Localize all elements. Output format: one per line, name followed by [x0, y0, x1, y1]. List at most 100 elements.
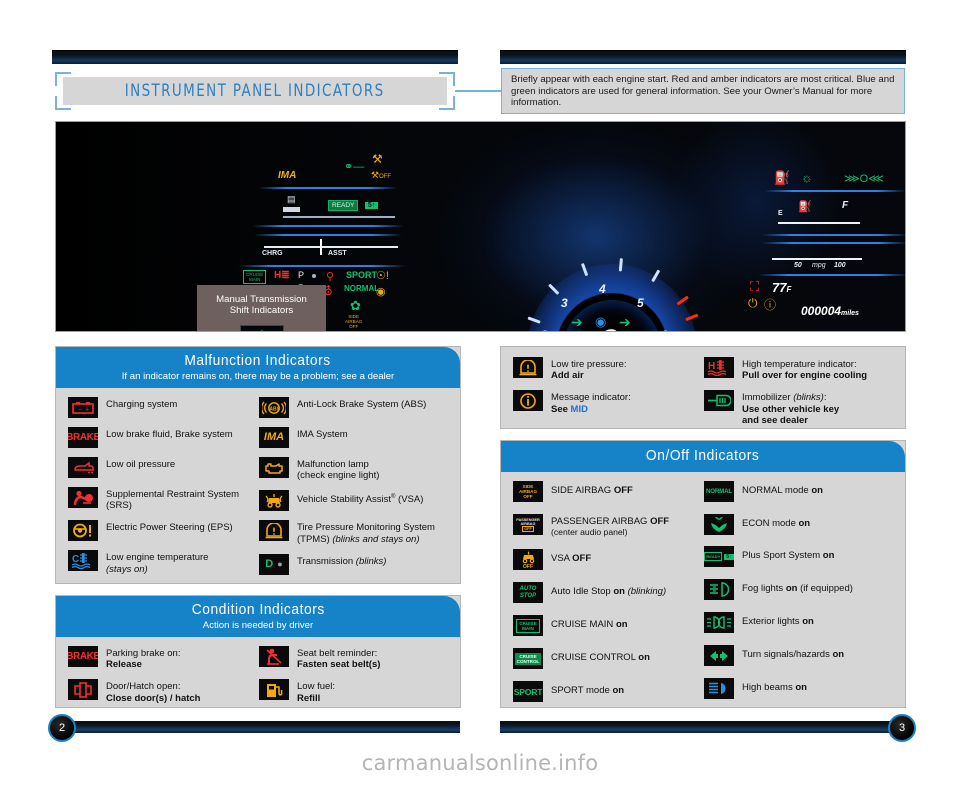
- svg-text:ABS: ABS: [269, 406, 280, 412]
- photo-background: [56, 122, 905, 331]
- check-engine-icon: [259, 457, 289, 478]
- list-item: Immobilizer (blinks): Use other vehicle k…: [704, 390, 895, 426]
- malfunction-rows: − + Charging system BRAKE Low brake fluid, …: [56, 388, 460, 584]
- onoff-panel-header: On/Off Indicators: [501, 441, 905, 472]
- photo-divider-1: [258, 187, 398, 189]
- onoff-rows: SIDE AIRBAG OFF SIDE AIRBAG OFF PASSENGER AI…: [501, 472, 905, 711]
- condition-panel-subtitle: Action is needed by driver: [202, 620, 314, 631]
- list-item-label: Vehicle Stability Assist® (VSA): [297, 494, 424, 506]
- list-item: Low oil pressure: [68, 457, 259, 478]
- turn-left-arrow-icon: ➔: [571, 314, 583, 330]
- list-item: NORMAL NORMAL mode on: [704, 481, 895, 502]
- malfunction-panel-title: Malfunction Indicators: [184, 352, 332, 369]
- list-item: IMA IMA System: [259, 427, 450, 448]
- ima-system-icon: IMA: [259, 427, 289, 448]
- photo-chrg-label: CHRG: [262, 250, 283, 257]
- list-item: Door/Hatch open: Close door(s) / hatch: [68, 679, 259, 704]
- photo-fuel-icon: ⛽: [798, 201, 812, 213]
- list-item-label: Low oil pressure: [106, 459, 176, 470]
- speedometer-gauge: 1 2 3 4 5 6 7 8 0 mph (M3) ➔ ◉ ➔ AUTOSTO…: [519, 256, 705, 331]
- shift-indicator-box: ▲━ UP DOWN ━▼: [239, 324, 284, 331]
- list-item: Exterior lights on: [704, 612, 895, 633]
- onoff-left-column: SIDE AIRBAG OFF SIDE AIRBAG OFF PASSENGER AI…: [513, 481, 704, 703]
- list-item-label: VSA OFF: [551, 553, 592, 565]
- parking-brake-icon: BRAKE: [68, 646, 98, 667]
- econ-mode-icon: [704, 514, 734, 535]
- site-watermark: carmanualsonline.info: [361, 751, 599, 775]
- list-item-label: High beams on: [742, 682, 807, 693]
- svg-text:OFF: OFF: [523, 564, 533, 569]
- auto-idle-stop-icon: AUTO STOP: [513, 582, 543, 604]
- abs-icon: ABS: [259, 397, 289, 418]
- high-beam-icon: [704, 678, 734, 699]
- list-item: SPORT SPORT mode on: [513, 681, 704, 703]
- seat-belt-icon: [259, 646, 289, 667]
- transmission-d-icon: D ●: [259, 553, 289, 575]
- alerts-left-column: Low tire pressure: Add air Message indica…: [513, 357, 704, 426]
- normal-mode-icon: NORMAL: [704, 481, 734, 502]
- turn-signal-icon: [704, 645, 734, 666]
- list-item: Fog lights on (if equipped): [704, 579, 895, 600]
- list-item: CRUISE CONTROL CRUISE CONTROL on: [513, 648, 704, 670]
- svg-text:C: C: [72, 554, 79, 565]
- photo-power-icon: ⏻: [748, 296, 758, 310]
- photo-divider-2: [252, 225, 404, 227]
- condition-right-column: Seat belt reminder: Fasten seat belt(s) L…: [259, 646, 450, 704]
- list-item-label: Transmission (blinks): [297, 555, 387, 567]
- fog-lights-icon: [704, 579, 734, 600]
- instrument-cluster-photo: IMA ⚭— ⚒ ⚒OFF READY 5↑ ▤ CHRG ASST CRUIS…: [55, 121, 906, 332]
- photo-gear-dot-1: [312, 274, 316, 278]
- condition-panel-title: Condition Indicators: [191, 601, 325, 618]
- photo-divider-4: [238, 265, 406, 267]
- list-item-label: Seat belt reminder: Fasten seat belt(s): [297, 648, 381, 671]
- photo-divider-3: [254, 234, 402, 236]
- page-title-plate: INSTRUMENT PANEL INDICATORS: [63, 77, 447, 105]
- battery-charging-icon: − +: [68, 397, 98, 418]
- malfunction-indicators-panel: Malfunction Indicators If an indicator r…: [55, 346, 461, 584]
- list-item: Low tire pressure: Add air: [513, 357, 704, 381]
- eps-steering-icon: [68, 520, 98, 542]
- callout-title-line1: Manual Transmission: [216, 294, 307, 305]
- photo-right-divider-4: [758, 274, 905, 276]
- list-item-label: Low fuel: Refill: [297, 681, 336, 704]
- photo-temperature: 77F: [772, 280, 792, 295]
- list-item-label: Immobilizer (blinks): Use other vehicle k…: [742, 392, 840, 426]
- photo-ima-label: IMA: [278, 170, 297, 181]
- condition-panel-header: Condition Indicators Action is needed by…: [56, 596, 460, 637]
- photo-immobilizer-glyph: ⚭—: [344, 161, 365, 173]
- page-title: INSTRUMENT PANEL INDICATORS: [125, 81, 385, 101]
- list-item-label: Auto Idle Stop on (blinking): [551, 586, 667, 598]
- photo-assist-gauge: [264, 246, 398, 248]
- list-item: AUTO STOP Auto Idle Stop on (blinking): [513, 582, 704, 604]
- list-item: Vehicle Stability Assist® (VSA): [259, 490, 450, 512]
- photo-right-divider-3: [762, 242, 905, 244]
- list-item: ECON mode on: [704, 514, 895, 535]
- bottom-bar-left: [60, 721, 460, 733]
- photo-fuel-bar: [778, 222, 860, 224]
- passenger-airbag-off-icon: PASSENGER AIRBAG OFF: [513, 514, 543, 535]
- onoff-right-column: NORMAL NORMAL mode on ECON mode on READY 5…: [704, 481, 895, 702]
- list-item: − + Charging system: [68, 397, 259, 418]
- photo-mpg-label: mpg: [812, 262, 826, 269]
- exterior-lights-icon: [704, 612, 734, 633]
- list-item-label: PASSENGER AIRBAG OFF (center audio panel): [551, 516, 670, 538]
- turn-right-arrow-icon: ➔: [619, 314, 631, 330]
- photo-asst-label: ASST: [328, 250, 347, 257]
- list-item: Turn signals/hazards on: [704, 645, 895, 666]
- list-item: High beams on: [704, 678, 895, 699]
- photo-vsa-glyph: ⚒: [372, 152, 383, 166]
- page-number-left: 2: [48, 714, 76, 742]
- photo-abs-glyph: ◉: [376, 286, 386, 298]
- alerts-panel: Low tire pressure: Add air Message indica…: [500, 346, 906, 429]
- condition-left-column: BRAKE Parking brake on: Release Door/Hatch…: [68, 646, 259, 704]
- list-item-label: Door/Hatch open: Close door(s) / hatch: [106, 681, 201, 704]
- plus-sport-icon: READY 5↑: [704, 546, 734, 567]
- condition-rows: BRAKE Parking brake on: Release Door/Hatch…: [56, 637, 460, 713]
- cruise-main-icon: CRUISE MAIN: [513, 615, 543, 637]
- list-item-label: Anti-Lock Brake System (ABS): [297, 399, 427, 410]
- top-bar-left: [52, 50, 458, 64]
- low-beam-icon: ◉: [595, 314, 607, 329]
- sport-mode-icon: SPORT: [513, 681, 543, 703]
- door-open-icon: [68, 679, 98, 701]
- onoff-panel-title: On/Off Indicators: [646, 447, 760, 464]
